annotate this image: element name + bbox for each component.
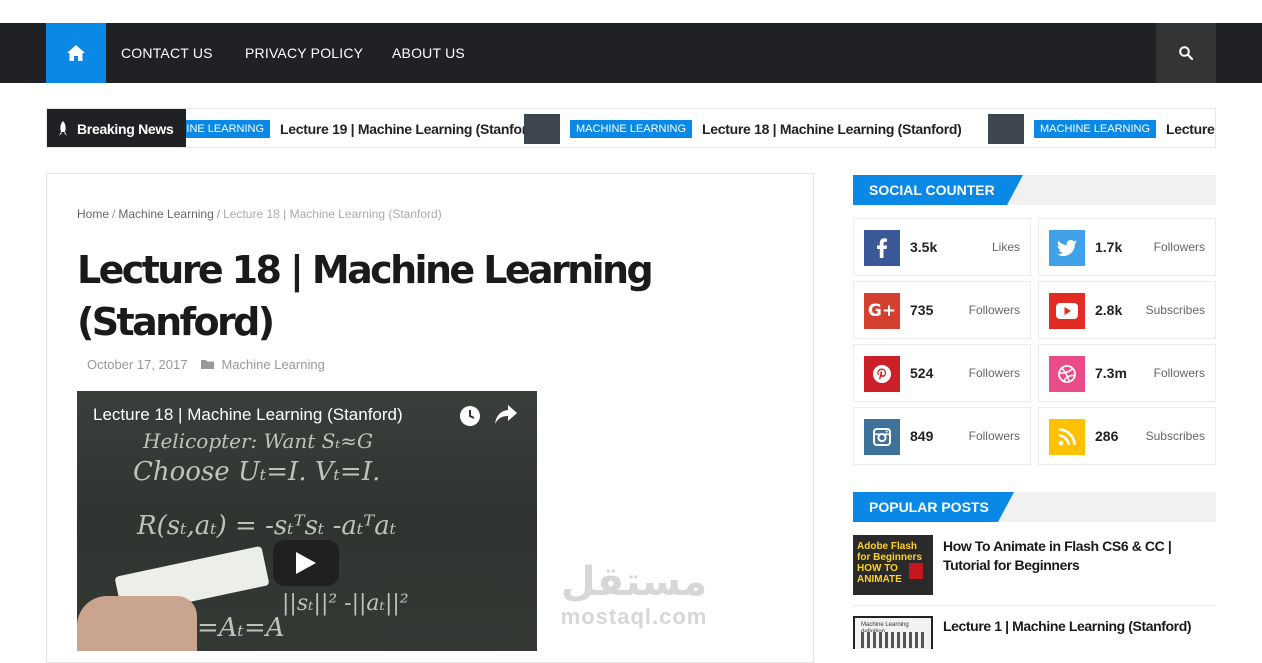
ticker-item-title[interactable]: Lecture 19 | Machine Learning (Stanford) bbox=[280, 121, 540, 137]
social-count: 2.8k bbox=[1095, 302, 1123, 318]
google-plus-icon: G+ bbox=[864, 293, 900, 329]
facebook-icon bbox=[864, 230, 900, 266]
home-button[interactable] bbox=[46, 23, 106, 83]
social-card-rss[interactable]: 286 Subscribes bbox=[1038, 407, 1216, 465]
instagram-icon bbox=[864, 419, 900, 455]
social-label: Followers bbox=[968, 303, 1020, 317]
video-player[interactable]: Helicopter: Want Sₜ≈G Choose Uₜ=I. Vₜ=I.… bbox=[77, 391, 537, 651]
chalk-line: =Aₜ=A bbox=[197, 613, 285, 643]
post-meta: October 17, 2017 Machine Learning bbox=[87, 357, 325, 372]
social-count: 849 bbox=[910, 428, 934, 444]
watch-later-icon[interactable] bbox=[459, 405, 481, 432]
social-card-google-plus[interactable]: G+ 735 Followers bbox=[853, 281, 1031, 339]
flash-logo bbox=[909, 563, 923, 579]
ticker-item[interactable]: MACHINE LEARNING Lecture 19 | Machine Le… bbox=[186, 109, 540, 147]
social-card-dribbble[interactable]: 7.3m Followers bbox=[1038, 344, 1216, 402]
twitter-icon bbox=[1049, 230, 1085, 266]
breaking-news-ticker: Breaking News MACHINE LEARNING Lecture 1… bbox=[46, 108, 1216, 148]
nav-about-us[interactable]: ABOUT US bbox=[392, 23, 465, 83]
top-navigation: CONTACT US PRIVACY POLICY ABOUT US bbox=[0, 23, 1262, 83]
social-counter-header: SOCIAL COUNTER bbox=[853, 175, 1216, 205]
social-label: Followers bbox=[968, 366, 1020, 380]
ticker-track: MACHINE LEARNING Lecture 19 | Machine Le… bbox=[186, 109, 1215, 147]
search-icon bbox=[1179, 46, 1193, 60]
popular-posts-title: POPULAR POSTS bbox=[853, 492, 1014, 522]
breadcrumb: Home / Machine Learning / Lecture 18 | Machi… bbox=[77, 207, 442, 221]
folder-icon bbox=[201, 360, 215, 369]
youtube-icon bbox=[1049, 293, 1085, 329]
social-counter-title: SOCIAL COUNTER bbox=[853, 175, 1023, 205]
ticker-item[interactable]: MACHINE LEARNING Lecture bbox=[988, 109, 1215, 147]
chalk-line: ||sₜ||² -||aₜ||² bbox=[282, 591, 409, 616]
ticker-item-tag[interactable]: MACHINE LEARNING bbox=[1034, 119, 1157, 138]
divider bbox=[853, 605, 1216, 606]
ticker-item-thumbnail[interactable] bbox=[524, 113, 560, 144]
popular-posts-header: POPULAR POSTS bbox=[853, 492, 1216, 522]
social-count: 286 bbox=[1095, 428, 1119, 444]
ticker-item[interactable]: MACHINE LEARNING Lecture 18 | Machine Le… bbox=[524, 109, 962, 147]
social-card-youtube[interactable]: 2.8k Subscribes bbox=[1038, 281, 1216, 339]
social-label: Followers bbox=[1153, 366, 1205, 380]
breadcrumb-separator: / bbox=[216, 207, 221, 221]
breadcrumb-separator: / bbox=[112, 207, 116, 221]
watermark: مستقل mostaql.com bbox=[554, 560, 714, 630]
social-count: 735 bbox=[910, 302, 934, 318]
social-card-pinterest[interactable]: 524 Followers bbox=[853, 344, 1031, 402]
ticker-item-tag[interactable]: MACHINE LEARNING bbox=[570, 119, 693, 138]
post-category-label[interactable]: Machine Learning bbox=[221, 357, 324, 372]
rocket-icon bbox=[59, 120, 67, 136]
nav-privacy-policy[interactable]: PRIVACY POLICY bbox=[245, 23, 363, 83]
watermark-arabic: مستقل bbox=[560, 559, 708, 605]
watermark-latin: mostaql.com bbox=[560, 604, 708, 629]
share-icon[interactable] bbox=[495, 405, 517, 430]
social-card-instagram[interactable]: 849 Followers bbox=[853, 407, 1031, 465]
breaking-news-text: Breaking News bbox=[77, 120, 174, 137]
page-title: Lecture 18 | Machine Learning (Stanford) bbox=[77, 248, 654, 344]
popular-post-item[interactable]: Machine Learning definition Lecture 1 | … bbox=[853, 616, 1216, 649]
ticker-item-thumbnail[interactable] bbox=[988, 113, 1024, 144]
breaking-news-label: Breaking News bbox=[47, 109, 186, 147]
nav-contact-us[interactable]: CONTACT US bbox=[121, 23, 213, 83]
search-button[interactable] bbox=[1156, 23, 1216, 83]
post-date: October 17, 2017 bbox=[87, 357, 188, 372]
popular-post-title[interactable]: Lecture 1 | Machine Learning (Stanford) bbox=[943, 617, 1203, 636]
social-card-facebook[interactable]: 3.5k Likes bbox=[853, 218, 1031, 276]
video-title[interactable]: Lecture 18 | Machine Learning (Stanford) bbox=[93, 405, 403, 425]
ticker-item-title[interactable]: Lecture bbox=[1166, 121, 1215, 137]
breadcrumb-category[interactable]: Machine Learning bbox=[118, 207, 213, 221]
popular-post-thumbnail[interactable]: Adobe Flash for Beginners HOW TO ANIMATE bbox=[853, 535, 933, 595]
popular-post-thumbnail[interactable]: Machine Learning definition bbox=[853, 616, 933, 649]
social-label: Followers bbox=[968, 429, 1020, 443]
rss-icon bbox=[1049, 419, 1085, 455]
social-label: Likes bbox=[991, 240, 1020, 254]
popular-post-item[interactable]: Adobe Flash for Beginners HOW TO ANIMATE… bbox=[853, 535, 1216, 595]
social-count: 524 bbox=[910, 365, 934, 381]
social-label: Followers bbox=[1153, 240, 1205, 254]
video-hand bbox=[77, 596, 197, 651]
popular-post-title[interactable]: How To Animate in Flash CS6 & CC | Tutor… bbox=[943, 537, 1203, 575]
play-icon bbox=[296, 552, 316, 574]
social-count: 3.5k bbox=[910, 239, 938, 255]
chalk-line: Choose Uₜ=I. Vₜ=I. bbox=[133, 457, 381, 487]
ticker-item-title[interactable]: Lecture 18 | Machine Learning (Stanford) bbox=[702, 121, 962, 137]
social-count: 1.7k bbox=[1095, 239, 1123, 255]
chalk-line: R(sₜ,aₜ) = -sₜᵀsₜ -aₜᵀaₜ bbox=[137, 511, 397, 541]
breadcrumb-current: Lecture 18 | Machine Learning (Stanford) bbox=[223, 207, 442, 221]
social-count: 7.3m bbox=[1095, 365, 1127, 381]
breadcrumb-home[interactable]: Home bbox=[77, 207, 109, 221]
thumbnail-chart bbox=[861, 632, 925, 648]
play-button[interactable] bbox=[273, 540, 339, 586]
social-label: Subscribes bbox=[1145, 303, 1205, 317]
chalk-line: Helicopter: Want Sₜ≈G bbox=[143, 429, 374, 453]
pinterest-icon bbox=[864, 356, 900, 392]
dribbble-icon bbox=[1049, 356, 1085, 392]
home-icon bbox=[67, 45, 85, 61]
ticker-item-tag[interactable]: MACHINE LEARNING bbox=[186, 119, 271, 138]
post-category[interactable]: Machine Learning bbox=[201, 357, 325, 372]
social-label: Subscribes bbox=[1145, 429, 1205, 443]
social-card-twitter[interactable]: 1.7k Followers bbox=[1038, 218, 1216, 276]
